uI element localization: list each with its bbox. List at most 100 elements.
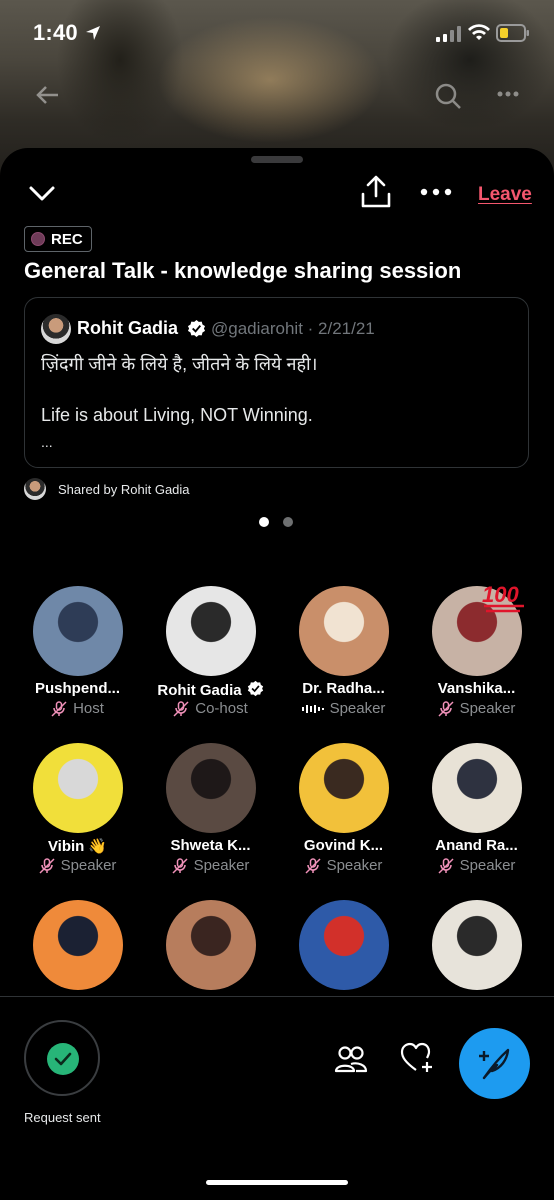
more-icon-background (497, 91, 519, 97)
participant-role: Speaker (11, 857, 144, 874)
participant-name: Govind K... (277, 837, 410, 854)
mic-muted-icon (438, 857, 454, 874)
space-title: General Talk - knowledge sharing session (24, 258, 462, 283)
participant-name-text: Dr. Radha... (302, 680, 385, 697)
participant-role-text: Speaker (60, 857, 117, 874)
participant-role: Speaker (410, 857, 543, 874)
participant-avatar[interactable] (33, 900, 123, 990)
wifi-icon (468, 24, 490, 40)
participant-tile[interactable] (11, 900, 144, 990)
participant-role: Co-host (144, 700, 277, 717)
participant-name-text: Vibin (47, 838, 85, 855)
space-sheet: Leave REC General Talk - knowledge shari… (0, 148, 554, 1200)
mic-muted-icon (51, 700, 67, 717)
speaking-indicator-icon (301, 704, 324, 713)
participant-avatar[interactable] (299, 900, 389, 990)
participant-role-text: Speaker (459, 700, 516, 717)
participant-role-text: Speaker (326, 857, 383, 874)
status-time: 1:40 (33, 20, 78, 45)
cellular-signal-icon (436, 26, 461, 42)
participant-avatar[interactable] (166, 743, 256, 833)
feather-plus-icon (479, 1048, 510, 1080)
participant-avatar[interactable] (33, 586, 123, 676)
participant-name: Dr. Radha... (277, 680, 410, 697)
participant-tile[interactable]: Dr. Radha... Speaker (277, 586, 410, 726)
request-to-speak-button[interactable] (24, 1020, 100, 1096)
people-icon[interactable] (334, 1044, 368, 1074)
participant-role-text: Host (73, 700, 104, 717)
participant-tile[interactable]: Rohit Gadia Co-host (144, 586, 277, 726)
mic-muted-icon (39, 857, 55, 874)
search-icon (435, 83, 461, 109)
tweet-text-line: ज़िंदगी जीने के लिये है, जीतने के लिये न… (41, 354, 318, 374)
participant-tile[interactable]: Govind K... Speaker (277, 743, 410, 883)
participant-tile[interactable]: Anand Ra... Speaker (410, 743, 543, 883)
participant-avatar[interactable] (33, 743, 123, 833)
page-dot[interactable] (283, 517, 293, 527)
mic-muted-icon (173, 700, 189, 717)
mic-muted-icon (172, 857, 188, 874)
participant-avatar[interactable] (166, 586, 256, 676)
home-indicator[interactable] (206, 1180, 348, 1185)
participant-name: Vanshika... (410, 680, 543, 697)
participant-name-text: Govind K... (303, 837, 384, 854)
more-options-icon[interactable] (420, 186, 452, 198)
participant-name: Vibin 👋 (11, 837, 144, 855)
participant-avatar[interactable] (432, 900, 522, 990)
tweet-text-line: Life is about Living, NOT Winning. (41, 405, 313, 425)
request-status-label: Request sent (24, 1110, 101, 1125)
compose-tweet-button[interactable] (459, 1028, 530, 1099)
svg-text:100: 100 (482, 582, 519, 607)
shared-by-label: Shared by Rohit Gadia (58, 481, 190, 497)
tweet-author-avatar[interactable] (41, 314, 71, 344)
recording-badge: REC (24, 226, 92, 252)
participant-tile[interactable]: Vibin 👋 Speaker (11, 743, 144, 883)
heart-add-icon[interactable] (400, 1042, 434, 1074)
tweet-author-name[interactable]: Rohit Gadia (77, 318, 178, 339)
participant-tile[interactable]: Pushpend... Host (11, 586, 144, 726)
participant-role: Speaker (277, 700, 410, 717)
participant-name-text: Shweta K... (170, 837, 251, 854)
participant-role: Speaker (410, 700, 543, 717)
participant-name-text: Pushpend... (34, 680, 120, 697)
participant-avatar[interactable] (299, 586, 389, 676)
mic-muted-icon (438, 700, 454, 717)
participant-role-text: Co-host (195, 700, 248, 717)
participant-avatar[interactable] (432, 743, 522, 833)
participant-name-text: Vanshika... (437, 680, 516, 697)
tweet-handle-date: @gadiarohit · 2/21/21 (211, 319, 375, 338)
participant-tile[interactable] (277, 900, 410, 990)
participant-tile[interactable]: Shweta K... Speaker (144, 743, 277, 883)
tweet-text-ellipsis: ... (41, 434, 53, 450)
mic-muted-icon (305, 857, 321, 874)
recording-label: REC (51, 230, 83, 248)
chevron-down-icon[interactable] (28, 182, 56, 206)
participant-name: Rohit Gadia (144, 680, 277, 699)
leave-button[interactable]: Leave (478, 184, 532, 206)
bottom-divider (0, 996, 554, 997)
participant-name-text: Anand Ra... (435, 837, 518, 854)
participant-name: Pushpend... (11, 680, 144, 697)
participant-avatar[interactable] (299, 743, 389, 833)
page-indicator (259, 517, 293, 527)
back-arrow-icon (36, 86, 58, 104)
page-dot-active[interactable] (259, 517, 269, 527)
participant-name: Shweta K... (144, 837, 277, 854)
participant-role-text: Speaker (459, 857, 516, 874)
participant-name-text: Rohit Gadia (157, 682, 242, 699)
battery-icon (496, 24, 529, 42)
participant-tile[interactable] (144, 900, 277, 990)
pinned-tweet-card[interactable]: Rohit Gadia @gadiarohit · 2/21/21 ज़िंदग… (24, 297, 529, 468)
verified-badge-icon (247, 680, 263, 697)
participant-avatar[interactable] (166, 900, 256, 990)
participant-tile[interactable] (410, 900, 543, 990)
participant-tile[interactable]: 100 Vanshika... Speaker (410, 582, 543, 726)
sheet-grabber[interactable] (251, 156, 303, 163)
shared-by-avatar (24, 478, 46, 500)
checkmark-icon (47, 1043, 79, 1075)
recording-dot-icon (31, 232, 45, 246)
participant-role-text: Speaker (329, 700, 386, 717)
share-icon[interactable] (360, 174, 392, 210)
participant-role: Host (11, 700, 144, 717)
participant-role: Speaker (144, 857, 277, 874)
